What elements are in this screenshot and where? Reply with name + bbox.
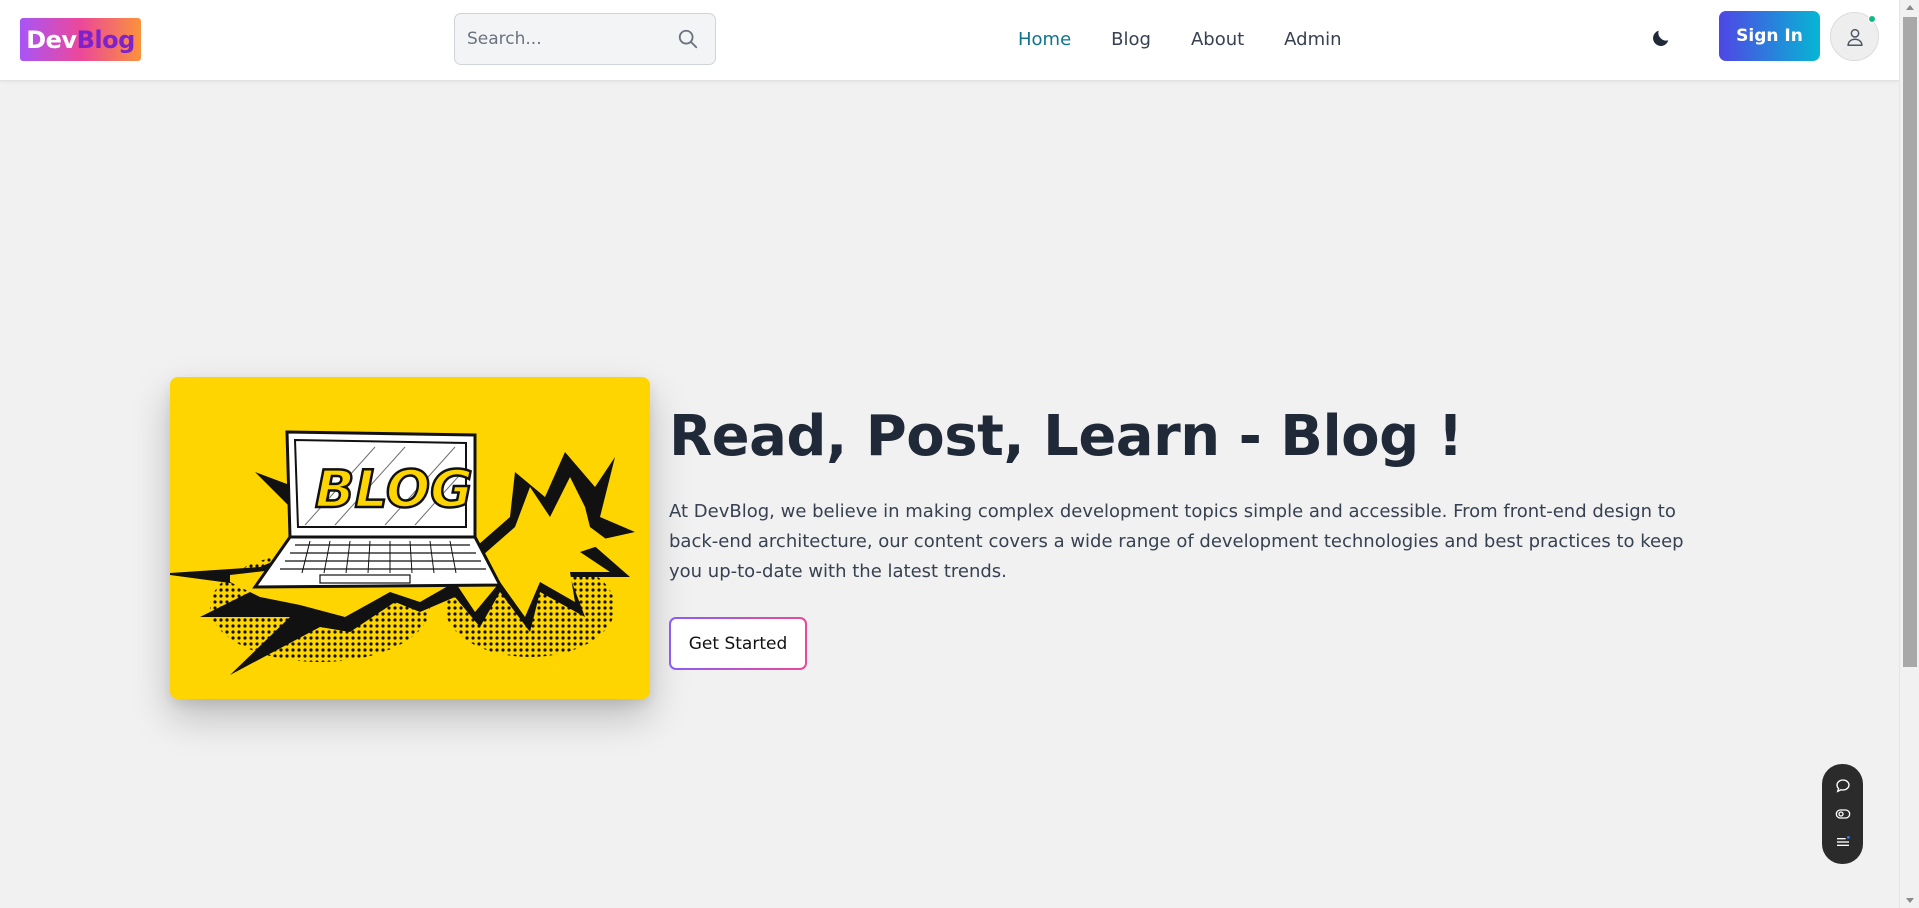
chat-icon[interactable] — [1834, 777, 1852, 795]
floating-toolbar — [1822, 764, 1863, 864]
scroll-up-arrow[interactable] — [1906, 5, 1914, 10]
page-scrollbar[interactable] — [1899, 0, 1919, 908]
hero-title: Read, Post, Learn - Blog ! — [669, 404, 1463, 469]
sign-in-button[interactable]: Sign In — [1719, 11, 1820, 61]
logo-blog-text: Blog — [76, 25, 136, 54]
search-box — [454, 13, 716, 65]
scroll-down-arrow[interactable] — [1906, 898, 1914, 903]
online-status-dot — [1868, 15, 1876, 23]
moon-icon — [1653, 30, 1669, 46]
eye-toggle-icon[interactable] — [1834, 805, 1852, 823]
laptop-blog-illustration: BLOG — [170, 430, 635, 675]
scroll-thumb[interactable] — [1903, 17, 1917, 667]
user-icon — [1846, 28, 1863, 46]
search-icon[interactable] — [677, 28, 699, 50]
search-input[interactable] — [455, 14, 670, 64]
main-nav: Home Blog About Admin — [1018, 26, 1382, 54]
hero-description: At DevBlog, we believe in making complex… — [669, 501, 1684, 582]
nav-blog-link[interactable]: Blog — [1111, 26, 1151, 54]
get-started-button[interactable]: Get Started — [669, 617, 807, 670]
nav-about-link[interactable]: About — [1191, 26, 1244, 54]
list-icon[interactable] — [1834, 833, 1852, 851]
illustration-blog-text: BLOG — [315, 460, 473, 520]
user-avatar-button[interactable] — [1830, 12, 1879, 61]
top-navbar: DevBlog Home Blog About Admin Sign In — [0, 0, 1899, 81]
laptop-icon: BLOG — [252, 430, 503, 589]
site-logo[interactable]: Dev Blog — [20, 18, 141, 61]
hero-illustration: BLOG — [170, 377, 650, 699]
nav-admin-link[interactable]: Admin — [1284, 26, 1341, 54]
get-started-label: Get Started — [671, 619, 805, 668]
nav-home-link[interactable]: Home — [1018, 26, 1071, 54]
logo-dev-text: Dev — [26, 25, 77, 54]
theme-toggle-button[interactable] — [1647, 24, 1675, 52]
